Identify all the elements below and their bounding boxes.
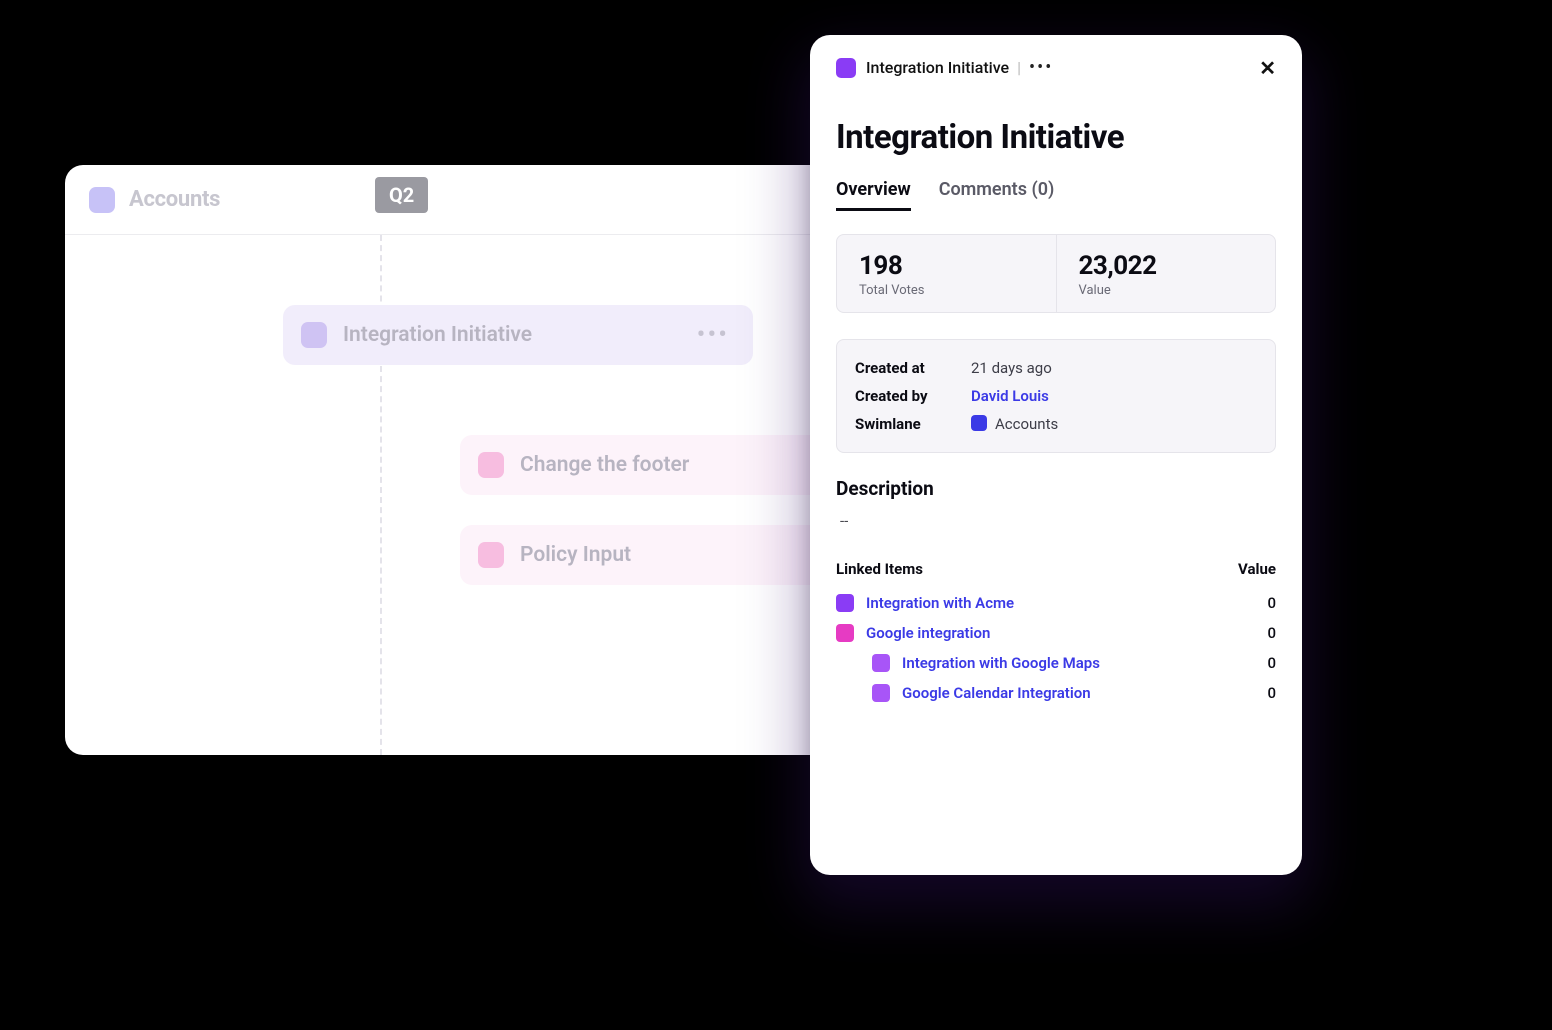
item-color-chip <box>836 58 856 78</box>
meta-created-by: Created by David Louis <box>855 382 1257 410</box>
linked-item-value: 0 <box>1267 654 1276 672</box>
meta-created-at: Created at 21 days ago <box>855 354 1257 382</box>
linked-item[interactable]: Integration with Google Maps 0 <box>836 648 1276 678</box>
close-icon[interactable]: ✕ <box>1259 58 1276 78</box>
description-body[interactable]: -- <box>836 512 1276 530</box>
stat-label: Total Votes <box>859 283 1036 298</box>
stat-label: Value <box>1079 283 1256 298</box>
tab-comments[interactable]: Comments (0) <box>939 179 1055 211</box>
more-icon[interactable]: ••• <box>697 320 735 350</box>
meta-value: Accounts <box>971 415 1058 433</box>
linked-item-name[interactable]: Integration with Acme <box>866 594 1014 612</box>
card-label: Integration Initiative <box>343 323 532 347</box>
meta-key: Created by <box>855 387 955 405</box>
item-color-chip <box>836 624 854 642</box>
linked-item[interactable]: Google Calendar Integration 0 <box>836 678 1276 708</box>
item-color-chip <box>872 684 890 702</box>
panel-tabs: Overview Comments (0) <box>836 179 1276 212</box>
meta-value: 21 days ago <box>971 359 1052 377</box>
linked-items-header: Linked Items Value <box>836 560 1276 578</box>
linked-items-list: Integration with Acme 0 Google integrati… <box>836 588 1276 708</box>
item-color-chip <box>836 594 854 612</box>
linked-item-value: 0 <box>1267 594 1276 612</box>
card-color-chip <box>478 452 504 478</box>
linked-item[interactable]: Integration with Acme 0 <box>836 588 1276 618</box>
more-icon[interactable]: ••• <box>1029 57 1053 78</box>
panel-header: Integration Initiative | ••• ✕ <box>836 57 1276 78</box>
swimlane-name: Accounts <box>995 415 1058 433</box>
quarter-badge: Q2 <box>375 177 428 213</box>
breadcrumb-separator: | <box>1017 58 1021 77</box>
detail-panel: Integration Initiative | ••• ✕ Integrati… <box>810 35 1302 875</box>
meta-value-user-link[interactable]: David Louis <box>971 387 1049 405</box>
meta-key: Swimlane <box>855 415 955 433</box>
meta-key: Created at <box>855 359 955 377</box>
stat-value: 198 <box>859 251 1036 281</box>
linked-item[interactable]: Google integration 0 <box>836 618 1276 648</box>
card-color-chip <box>301 322 327 348</box>
card-label: Change the footer <box>520 453 689 477</box>
stat-value: 23,022 <box>1079 251 1256 281</box>
item-color-chip <box>872 654 890 672</box>
linked-item-name[interactable]: Google integration <box>866 624 990 642</box>
stats-block: 198 Total Votes 23,022 Value <box>836 234 1276 313</box>
card-integration-initiative[interactable]: Integration Initiative ••• <box>283 305 753 365</box>
breadcrumb[interactable]: Integration Initiative <box>866 58 1009 77</box>
card-change-footer[interactable]: Change the footer <box>460 435 840 495</box>
panel-title: Integration Initiative <box>836 118 1276 157</box>
card-color-chip <box>478 542 504 568</box>
linked-item-value: 0 <box>1267 684 1276 702</box>
stat-total-votes: 198 Total Votes <box>837 235 1056 312</box>
linked-items-value-heading: Value <box>1238 560 1276 578</box>
description-heading: Description <box>836 477 1276 500</box>
stat-value-metric: 23,022 Value <box>1056 235 1276 312</box>
meta-block: Created at 21 days ago Created by David … <box>836 339 1276 453</box>
linked-item-name[interactable]: Google Calendar Integration <box>902 684 1091 702</box>
linked-item-value: 0 <box>1267 624 1276 642</box>
swimlane-color-chip <box>89 187 115 213</box>
swimlane-title: Accounts <box>129 187 220 212</box>
linked-items-heading: Linked Items <box>836 560 923 578</box>
card-label: Policy Input <box>520 543 631 567</box>
card-policy-input[interactable]: Policy Input <box>460 525 840 585</box>
swimlane-color-chip <box>971 415 987 431</box>
meta-swimlane: Swimlane Accounts <box>855 410 1257 438</box>
tab-overview[interactable]: Overview <box>836 179 911 211</box>
linked-item-name[interactable]: Integration with Google Maps <box>902 654 1100 672</box>
